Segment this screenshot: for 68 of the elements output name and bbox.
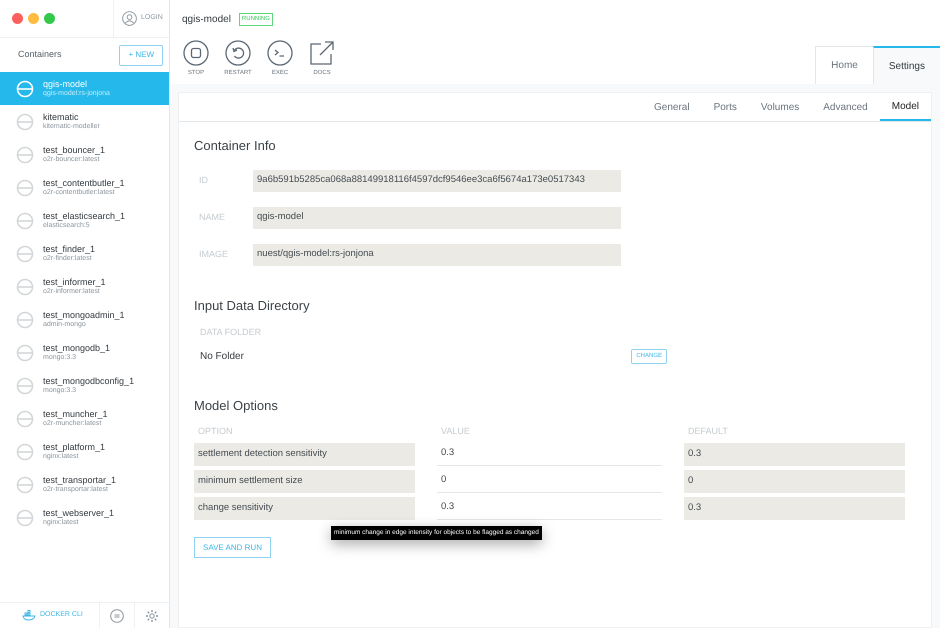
column-header: VALUE (440, 425, 471, 438)
section-heading: Model Options (194, 396, 279, 415)
container-name: test_elasticsearch_1 (43, 212, 126, 222)
container-status-icon (16, 344, 34, 362)
whale-icon (22, 610, 36, 621)
container-name: test_finder_1 (43, 244, 96, 254)
container-status-icon (16, 146, 34, 164)
container-title: qgis-model (182, 12, 231, 26)
container-status-icon (16, 476, 34, 494)
field-label: ID (198, 174, 209, 187)
container-status-icon (16, 410, 34, 428)
container-name: test_muncher_1 (43, 410, 108, 420)
view-tab[interactable]: Settings (872, 46, 940, 84)
option-default-cell: 0.3 (684, 496, 905, 520)
user-icon (122, 11, 137, 26)
container-status-icon (16, 310, 34, 328)
external-link-icon (309, 40, 335, 66)
section-tab[interactable]: Volumes (748, 93, 812, 121)
container-status-icon (16, 278, 34, 296)
container-status-icon (16, 376, 34, 394)
info-field: nuest/qgis-model:rs-jonjona (253, 244, 621, 266)
column-header: DEFAULT (687, 425, 729, 438)
container-name: test_mongodbconfig_1 (43, 376, 134, 387)
field-label: DATA FOLDER (199, 326, 262, 339)
data-folder-value: No Folder (200, 350, 244, 364)
option-value-field[interactable]: 0.3 (437, 496, 662, 520)
option-default-cell: 0.3 (684, 442, 905, 466)
container-name: kitematic (43, 112, 80, 122)
container-name: test_bouncer_1 (43, 146, 106, 156)
section-tab[interactable]: Model (880, 93, 931, 121)
container-name: qgis-model (43, 80, 88, 90)
option-name-cell: settlement detection sensitivity (194, 442, 415, 466)
option-value-field[interactable]: 0.3 (437, 442, 662, 466)
containers-heading: Containers (18, 48, 62, 62)
container-status-icon (16, 442, 34, 460)
field-label: IMAGE (198, 248, 230, 261)
section-heading: Input Data Directory (194, 296, 311, 315)
container-name: test_informer_1 (43, 278, 106, 288)
container-status-icon (16, 80, 34, 98)
container-name: test_contentbutler_1 (43, 178, 125, 188)
container-status-icon (16, 178, 34, 196)
field-label: NAME (198, 210, 226, 224)
container-name: test_mongoadmin_1 (43, 310, 125, 320)
section-tab[interactable]: Advanced (811, 93, 880, 121)
section-tab[interactable]: General (642, 93, 702, 121)
restart-icon (225, 40, 251, 66)
terminal-icon (267, 40, 293, 66)
option-name-cell: minimum settlement size (194, 470, 415, 492)
container-status-icon (16, 244, 34, 262)
view-tab[interactable]: Home (815, 46, 873, 84)
column-header: OPTION (197, 425, 234, 438)
stop-icon (183, 40, 209, 66)
container-status-icon (16, 112, 34, 130)
section-heading: Container Info (194, 137, 277, 155)
chat-icon[interactable] (110, 608, 124, 622)
container-name: test_mongodb_1 (43, 344, 110, 354)
container-name: test_webserver_1 (43, 508, 114, 518)
info-field: 9a6b591b5285ca068a88149918116f4597dcf9546ee3ca6f5674a173e0517343 (253, 170, 621, 192)
option-value-field[interactable]: 0 (437, 470, 662, 492)
option-name-cell: change sensitivity (194, 496, 415, 520)
section-tab[interactable]: Ports (702, 93, 749, 121)
option-default-cell: 0 (684, 470, 905, 492)
container-status-icon (16, 508, 34, 526)
container-status-icon (16, 212, 34, 230)
info-field: qgis-model (253, 206, 621, 228)
container-name: test_transportar_1 (43, 476, 116, 486)
settings-icon[interactable] (145, 608, 159, 622)
container-name: test_platform_1 (43, 442, 106, 452)
